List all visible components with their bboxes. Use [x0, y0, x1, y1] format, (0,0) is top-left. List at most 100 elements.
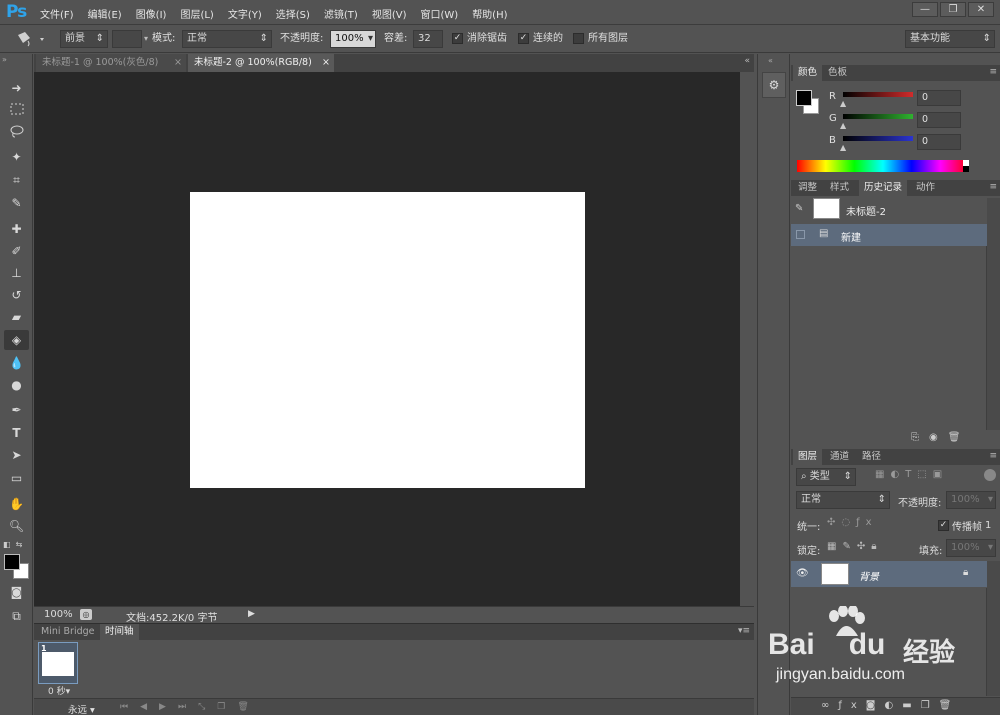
- tween-icon[interactable]: ⤡: [198, 702, 217, 712]
- slider-thumb-icon[interactable]: ▲: [840, 99, 846, 108]
- restore-button[interactable]: ❐: [940, 2, 966, 17]
- unify-visibility-icon[interactable]: ◌: [841, 517, 856, 528]
- pen-tool-icon[interactable]: ✒: [4, 400, 29, 420]
- menu-image[interactable]: 图像(I): [136, 6, 167, 21]
- all-layers-option[interactable]: 所有图层: [573, 32, 628, 45]
- tab-color[interactable]: 颜色: [793, 65, 823, 81]
- red-slider[interactable]: [843, 92, 913, 97]
- tab-timeline[interactable]: 时间轴: [100, 624, 139, 640]
- workspace-panel-icon[interactable]: ⚙: [762, 72, 786, 98]
- menu-file[interactable]: 文件(F): [40, 6, 74, 21]
- zoom-level[interactable]: 100%: [44, 609, 73, 620]
- filter-toggle-icon[interactable]: [984, 469, 996, 481]
- next-frame-icon[interactable]: ⏭: [178, 702, 198, 712]
- move-tool-icon[interactable]: ➜: [4, 78, 29, 98]
- history-snapshot[interactable]: ✎ 未标题-2: [791, 198, 987, 220]
- slider-thumb-icon[interactable]: ▲: [840, 121, 846, 130]
- dodge-tool-icon[interactable]: ●: [4, 375, 29, 395]
- document-tab-1[interactable]: 未标题-1 @ 100%(灰色/8) ×: [36, 54, 186, 72]
- trash-icon[interactable]: 🗑︎: [948, 432, 971, 443]
- all-layers-checkbox[interactable]: [573, 33, 584, 44]
- green-slider[interactable]: [843, 114, 913, 119]
- pattern-dropdown-icon[interactable]: ▾: [144, 30, 152, 48]
- workspace-select[interactable]: 基本功能 ⇕: [905, 30, 995, 48]
- panel-menu-icon[interactable]: ▾≡: [738, 626, 750, 636]
- play-icon[interactable]: ▶: [159, 702, 178, 712]
- menu-filter[interactable]: 滤镜(T): [324, 6, 358, 21]
- smart-object-filter-icon[interactable]: ▣: [933, 469, 948, 480]
- contiguous-option[interactable]: ✓ 连续的: [518, 32, 563, 45]
- adjustment-filter-icon[interactable]: ◐: [890, 469, 905, 480]
- tab-swatches[interactable]: 色板: [823, 65, 852, 81]
- layer-name[interactable]: 背景: [859, 568, 879, 583]
- green-value-input[interactable]: 0: [917, 112, 961, 128]
- lock-position-icon[interactable]: ✣: [857, 541, 871, 552]
- layer-filter-select[interactable]: ⌕ 类型 ⇕: [796, 468, 856, 486]
- panel-menu-icon[interactable]: ≡: [989, 451, 997, 461]
- new-document-icon[interactable]: ⎘: [911, 432, 929, 443]
- healing-brush-tool-icon[interactable]: ✚: [4, 219, 29, 239]
- loop-select[interactable]: 永远 ▾: [68, 702, 95, 715]
- menu-edit[interactable]: 编辑(E): [88, 6, 122, 21]
- lasso-tool-icon[interactable]: [4, 124, 29, 144]
- type-filter-icon[interactable]: T: [905, 469, 917, 480]
- rectangle-tool-icon[interactable]: ▭: [4, 468, 29, 488]
- menu-help[interactable]: 帮助(H): [472, 6, 507, 21]
- menu-select[interactable]: 选择(S): [276, 6, 310, 21]
- antialias-option[interactable]: ✓ 消除锯齿: [452, 32, 507, 45]
- layer-opacity-input[interactable]: 100% ▾: [946, 491, 996, 509]
- antialias-checkbox[interactable]: ✓: [452, 33, 463, 44]
- history-item[interactable]: ▤ 新建: [791, 224, 987, 246]
- shape-filter-icon[interactable]: ⬚: [917, 469, 932, 480]
- crop-tool-icon[interactable]: ⌗: [4, 170, 29, 190]
- tab-layers[interactable]: 图层: [793, 449, 823, 465]
- history-scrollbar[interactable]: [987, 198, 1000, 430]
- tab-mini-bridge[interactable]: Mini Bridge: [36, 624, 99, 640]
- menu-layer[interactable]: 图层(L): [180, 6, 213, 21]
- type-tool-icon[interactable]: T: [4, 423, 29, 443]
- tab-actions[interactable]: 动作: [911, 180, 940, 196]
- magic-wand-tool-icon[interactable]: ✦: [4, 147, 29, 167]
- quick-mask-icon[interactable]: ◙: [4, 582, 29, 602]
- tab-history[interactable]: 历史记录: [859, 180, 908, 196]
- color-ramp[interactable]: [797, 160, 969, 172]
- duplicate-frame-icon[interactable]: ❐: [217, 702, 237, 712]
- eye-icon[interactable]: 👁︎: [796, 568, 809, 579]
- fg-color-chip[interactable]: [796, 90, 812, 106]
- fill-source-select[interactable]: 前景 ⇕: [60, 30, 108, 48]
- tab-paths[interactable]: 路径: [857, 449, 886, 465]
- clone-stamp-tool-icon[interactable]: ⊥: [4, 263, 29, 283]
- tab-channels[interactable]: 通道: [825, 449, 854, 465]
- eyedropper-tool-icon[interactable]: ✎: [4, 193, 29, 213]
- status-menu-arrow-icon[interactable]: ▶: [248, 609, 255, 619]
- adjustment-layer-icon[interactable]: ◐: [885, 700, 903, 711]
- paint-bucket-tool-icon[interactable]: ◈: [4, 330, 29, 350]
- first-frame-icon[interactable]: ⏮: [120, 702, 140, 712]
- minimize-button[interactable]: —: [912, 2, 938, 17]
- propagate-checkbox[interactable]: ✓: [938, 520, 949, 531]
- red-value-input[interactable]: 0: [917, 90, 961, 106]
- mode-select[interactable]: 正常 ⇕: [182, 30, 272, 48]
- layer-style-icon[interactable]: ƒx: [838, 700, 865, 711]
- panel-menu-icon[interactable]: ≡: [989, 67, 997, 77]
- pixel-filter-icon[interactable]: ▦: [875, 469, 890, 480]
- tab-adjustments[interactable]: 调整: [793, 180, 822, 196]
- new-layer-icon[interactable]: ❐: [921, 700, 939, 711]
- unify-position-icon[interactable]: ✣: [827, 517, 841, 528]
- foreground-color-swatch[interactable]: [4, 554, 20, 570]
- group-folder-icon[interactable]: ▬: [902, 700, 920, 711]
- close-icon[interactable]: ×: [174, 54, 182, 72]
- layer-mask-icon[interactable]: ◙: [866, 700, 885, 711]
- panel-menu-icon[interactable]: ≡: [989, 182, 997, 192]
- camera-icon[interactable]: ◉: [929, 432, 948, 443]
- document-tab-2[interactable]: 未标题-2 @ 100%(RGB/8) ×: [188, 54, 334, 72]
- previous-frame-icon[interactable]: ◀: [140, 702, 159, 712]
- collapse-icon[interactable]: «: [744, 56, 750, 66]
- tab-styles[interactable]: 样式: [825, 180, 854, 196]
- blue-slider[interactable]: [843, 136, 913, 141]
- screen-mode-icon[interactable]: ⧉: [4, 606, 29, 626]
- unify-style-icon[interactable]: ƒx: [856, 517, 877, 528]
- animation-frame[interactable]: 1: [38, 642, 78, 684]
- history-brush-tool-icon[interactable]: ↺: [4, 285, 29, 305]
- menu-view[interactable]: 视图(V): [372, 6, 407, 21]
